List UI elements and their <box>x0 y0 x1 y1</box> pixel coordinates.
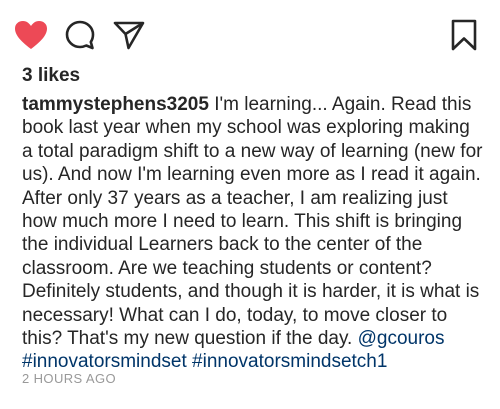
caption-hashtag[interactable]: #innovatorsmindset <box>22 351 187 372</box>
caption-hashtag[interactable]: #innovatorsmindsetch1 <box>192 351 387 372</box>
comment-icon[interactable] <box>64 19 96 51</box>
caption-mention[interactable]: @gcouros <box>358 328 445 349</box>
likes-count[interactable]: 3 likes <box>22 64 80 88</box>
post-caption: tammystephens3205 I'm learning... Again.… <box>22 93 484 374</box>
caption-username[interactable]: tammystephens3205 <box>22 94 209 115</box>
heart-icon[interactable] <box>14 20 48 50</box>
post-action-bar <box>0 0 500 64</box>
caption-text: I'm learning... Again. Read this book la… <box>22 94 483 350</box>
post-timestamp: 2 HOURS AGO <box>22 371 116 386</box>
share-icon[interactable] <box>113 20 145 50</box>
bookmark-icon[interactable] <box>451 19 477 51</box>
